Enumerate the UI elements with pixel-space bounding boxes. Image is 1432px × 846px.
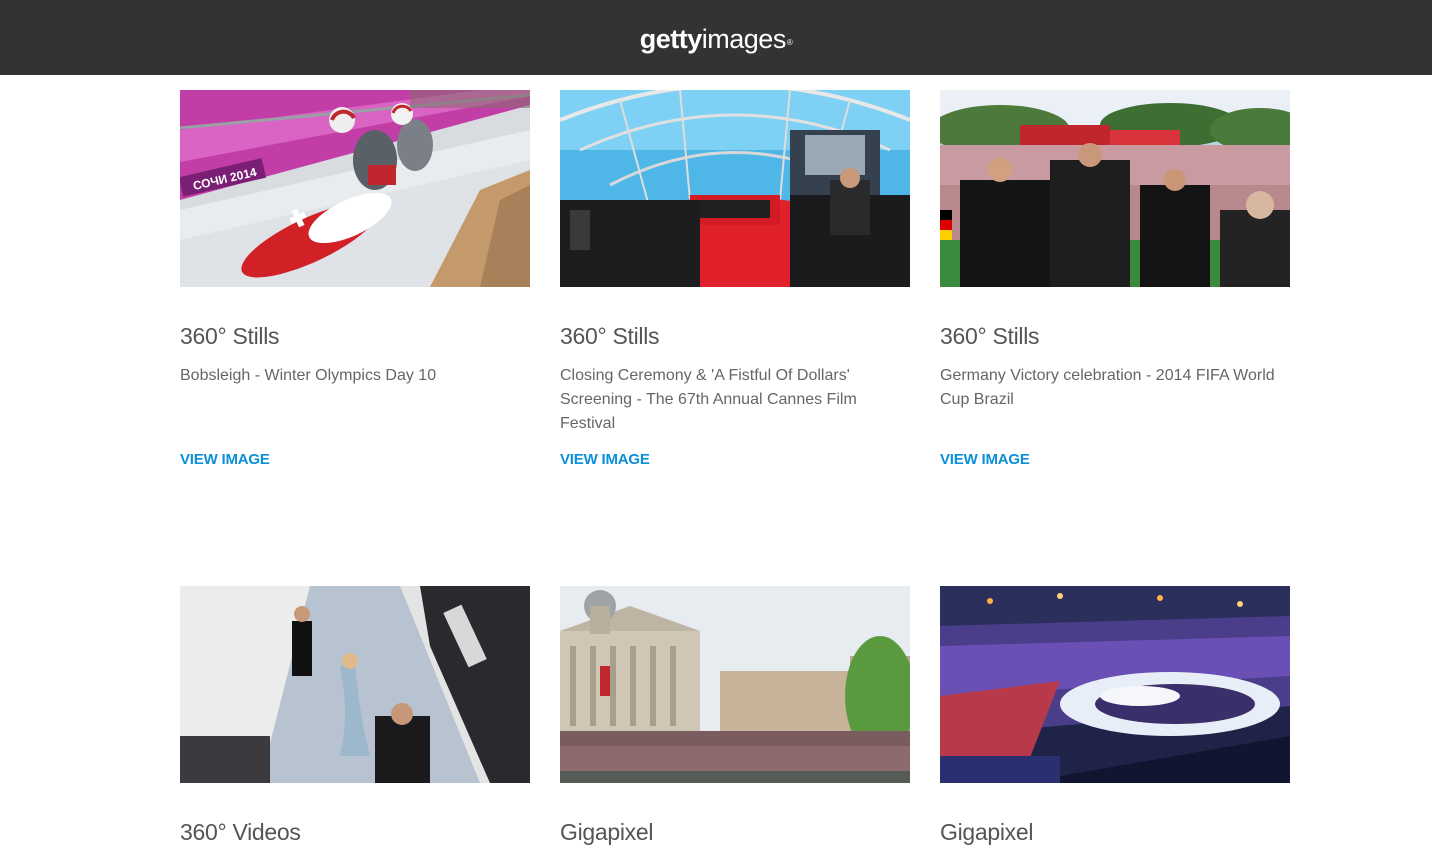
thumbnail-germany-victory[interactable] [940,90,1290,287]
card-title: 360° Stills [180,323,280,349]
view-image-link[interactable]: VIEW IMAGE [560,451,650,468]
gettyimages-logo[interactable]: gettyimages® [0,22,1432,56]
top-bar: gettyimages® [0,0,1432,75]
thumbnail-cannes[interactable] [560,90,910,287]
logo-registered-mark: ® [786,38,793,47]
view-image-link[interactable]: VIEW IMAGE [940,451,1030,468]
card-description: Bobsleigh - Winter Olympics Day 10 [180,367,437,384]
thumbnail-gigapixel-stadium[interactable] [940,586,1290,783]
card-title: 360° Videos [180,819,301,845]
thumbnail-bobsleigh[interactable]: СОЧИ 2014 [180,90,530,287]
card-title: 360° Stills [560,323,660,349]
logo-getty: getty [639,24,703,54]
thumbnail-360-video[interactable] [180,586,530,783]
card-title: Gigapixel [940,819,1034,845]
logo-images: images [701,24,787,54]
card-description: Closing Ceremony & 'A Fistful Of Dollars… [560,367,857,432]
card-title: 360° Stills [940,323,1040,349]
card-title: Gigapixel [560,819,654,845]
view-image-link[interactable]: VIEW IMAGE [180,451,270,468]
thumbnail-gigapixel-square[interactable] [560,586,910,783]
card-description: Germany Victory celebration - 2014 FIFA … [940,367,1275,408]
